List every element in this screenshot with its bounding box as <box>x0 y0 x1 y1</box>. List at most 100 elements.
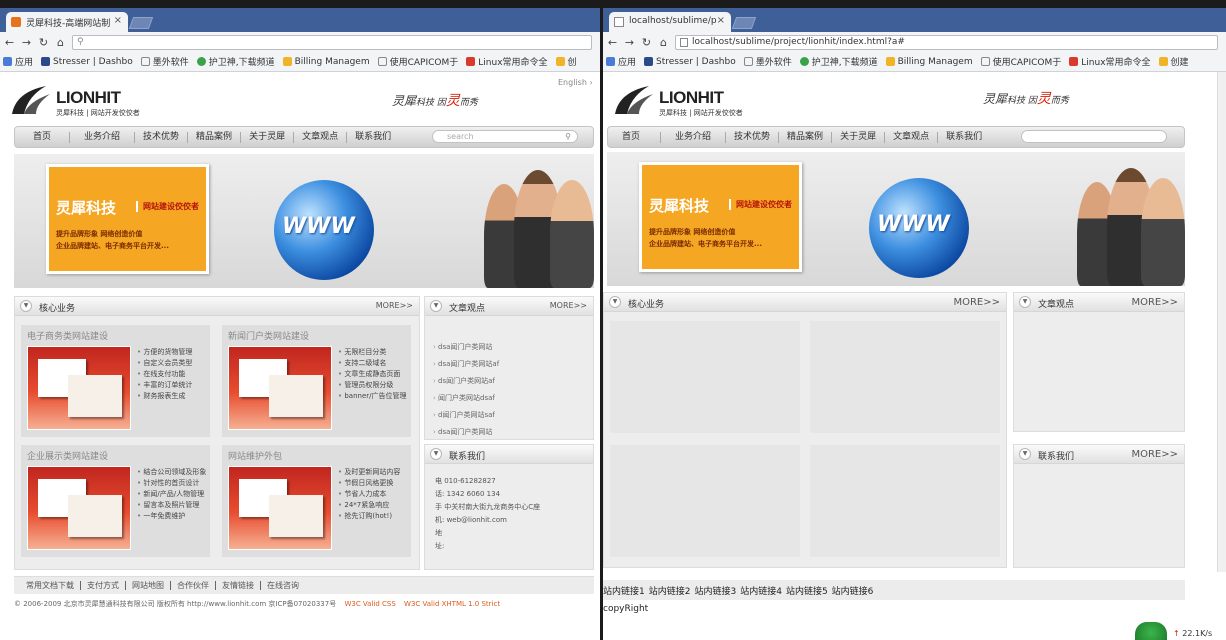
article-link[interactable]: 闻门户类网站dsaf <box>433 390 583 407</box>
more-link[interactable]: MORE>> <box>953 297 1000 308</box>
footer-link[interactable]: 在线咨询 <box>261 581 305 590</box>
nav-cases[interactable]: 精品案例 <box>779 131 833 143</box>
valid-css-link[interactable]: W3C Valid CSS <box>344 600 395 608</box>
bookmark-item[interactable]: 创 <box>555 55 577 68</box>
article-link[interactable]: dsa闻门户类网站 <box>433 424 583 441</box>
valid-xhtml-link[interactable]: W3C Valid XHTML 1.0 Strict <box>404 600 500 608</box>
search-input[interactable]: search ⚲ <box>432 130 578 143</box>
more-link[interactable]: MORE>> <box>1131 449 1178 460</box>
bookmarks-bar: 应用 Stresser | Dashbo 墨外软件 护卫神,下载频道 Billi… <box>603 52 1226 72</box>
core-business-panel: ▼ 核心业务 MORE>> 电子商务类网站建设 方便的货物管理 自定义会员类型 … <box>14 296 420 570</box>
new-tab-button[interactable] <box>731 17 757 29</box>
nav-business[interactable]: 业务介绍 <box>70 131 136 143</box>
service-card[interactable]: 电子商务类网站建设 方便的货物管理 自定义会员类型 在线支付功能 丰富的订单统计… <box>21 325 210 437</box>
more-link[interactable]: MORE>> <box>1131 297 1178 308</box>
nav-contact[interactable]: 联系我们 <box>938 132 990 143</box>
b-logo-icon <box>1069 57 1079 66</box>
contact-row: 址: <box>435 542 445 550</box>
browser-tab[interactable]: localhost/sublime/p × <box>609 12 731 32</box>
nav-tech[interactable]: 技术优势 <box>726 131 780 143</box>
nav-cases[interactable]: 精品案例 <box>188 131 242 143</box>
list-item: 支持二级域名 <box>338 358 410 369</box>
bookmark-item[interactable]: 墨外软件 <box>140 55 189 68</box>
card-thumbnail-image <box>27 346 131 430</box>
article-link[interactable]: dsa闻门户类网站 <box>433 339 583 356</box>
site-link[interactable]: 站内链接5 <box>786 584 828 597</box>
footer-link[interactable]: 常用文档下载 <box>20 581 81 590</box>
nav-articles[interactable]: 文章观点 <box>294 131 348 143</box>
apps-grid-icon <box>3 57 12 66</box>
forward-icon[interactable]: → <box>21 36 32 49</box>
chevron-down-icon: ▼ <box>1019 448 1031 460</box>
site-link[interactable]: 站内链接3 <box>694 584 736 597</box>
nav-home[interactable]: 首页 <box>15 131 71 143</box>
back-icon[interactable]: ← <box>607 36 618 49</box>
footer-link[interactable]: 友情链接 <box>216 581 261 590</box>
panel-title: 文章观点 <box>449 304 486 314</box>
nav-tech[interactable]: 技术优势 <box>135 131 189 143</box>
logo-text: LIONHIT <box>56 88 121 107</box>
network-monitor-icon[interactable] <box>1135 622 1167 640</box>
bookmark-item[interactable]: Stresser | Dashbo <box>41 57 133 67</box>
bookmark-item[interactable]: 使用CAPICOM于 <box>980 55 1061 68</box>
forward-icon[interactable]: → <box>624 36 635 49</box>
search-input[interactable] <box>1021 130 1167 143</box>
footer-link[interactable]: 网站地图 <box>126 581 171 590</box>
footer-link[interactable]: 支付方式 <box>81 581 126 590</box>
service-card[interactable]: 企业展示类网站建设 结合公司领域及形象 针对性的首页设计 新闻/产品/人物管理 … <box>21 445 210 557</box>
bookmark-item[interactable]: 使用CAPICOM于 <box>377 55 458 68</box>
home-icon[interactable]: ⌂ <box>658 36 669 49</box>
article-link[interactable]: ds闻门户类网站af <box>433 373 583 390</box>
reload-icon[interactable]: ↻ <box>641 36 652 49</box>
bookmark-item[interactable]: 墨外软件 <box>743 55 792 68</box>
reload-icon[interactable]: ↻ <box>38 36 49 49</box>
nav-about[interactable]: 关于灵犀 <box>832 131 886 143</box>
address-bar[interactable]: localhost/sublime/project/lionhit/index.… <box>675 34 1218 50</box>
site-link[interactable]: 站内链接1 <box>603 584 645 597</box>
scrollbar[interactable] <box>1217 72 1226 572</box>
bookmark-apps[interactable]: 应用 <box>3 55 33 68</box>
list-item: 及时更新网站内容 <box>338 467 410 478</box>
address-bar[interactable]: ⚲ <box>72 34 592 50</box>
bookmark-apps[interactable]: 应用 <box>606 55 636 68</box>
bookmark-item[interactable]: 护卫神,下载频道 <box>196 55 275 68</box>
nav-business[interactable]: 业务介绍 <box>661 131 727 143</box>
home-icon[interactable]: ⌂ <box>55 36 66 49</box>
contact-panel: ▼ 联系我们 电 010-61282827 话: 1342 6060 134 手… <box>424 444 594 570</box>
back-icon[interactable]: ← <box>4 36 15 49</box>
bookmark-item[interactable]: Billing Managem <box>885 57 973 67</box>
bookmark-item[interactable]: Linux常用命令全 <box>466 55 548 68</box>
core-business-panel: ▼ 核心业务 MORE>> <box>603 292 1007 568</box>
bookmarks-bar: 应用 Stresser | Dashbo 墨外软件 护卫神,下载频道 Billi… <box>0 52 600 72</box>
browser-tab[interactable]: 灵犀科技-高端网站制 × <box>6 12 128 32</box>
service-card[interactable]: 网站维护外包 及时更新网站内容 节假日风格更换 节省人力成本 24*7紧急响应 … <box>222 445 411 557</box>
footer-links: 常用文档下载 支付方式 网站地图 合作伙伴 友情链接 在线咨询 <box>14 576 594 594</box>
bookmark-item[interactable]: Linux常用命令全 <box>1069 55 1151 68</box>
article-link[interactable]: d闻门户类网站saf <box>433 407 583 424</box>
site-link[interactable]: 站内链接6 <box>832 584 874 597</box>
copyright: © 2006-2009 北京市灵犀慧通科技有限公司 版权所有 http://ww… <box>14 600 501 608</box>
bookmark-item[interactable]: 护卫神,下载频道 <box>799 55 878 68</box>
bookmark-item[interactable]: 创建 <box>1158 55 1189 68</box>
page-icon <box>140 57 150 66</box>
bookmark-item[interactable]: Stresser | Dashbo <box>644 57 736 67</box>
english-link[interactable]: English › <box>558 78 593 87</box>
contact-row: 电 010-61282827 <box>435 477 496 485</box>
header-slogan: 灵犀科技 因灵而秀 <box>983 91 1069 107</box>
nav-contact[interactable]: 联系我们 <box>347 132 399 143</box>
bookmark-item[interactable]: Billing Managem <box>282 57 370 67</box>
more-link[interactable]: MORE>> <box>550 301 587 310</box>
footer-link[interactable]: 合作伙伴 <box>171 581 216 590</box>
article-link[interactable]: dsa闻门户类网站af <box>433 356 583 373</box>
close-tab-icon[interactable]: × <box>114 15 122 26</box>
new-tab-button[interactable] <box>128 17 154 29</box>
more-link[interactable]: MORE>> <box>376 301 413 310</box>
apps-grid-icon <box>606 57 615 66</box>
nav-about[interactable]: 关于灵犀 <box>241 131 295 143</box>
site-link[interactable]: 站内链接4 <box>740 584 782 597</box>
site-link[interactable]: 站内链接2 <box>649 584 691 597</box>
nav-home[interactable]: 首页 <box>608 131 662 143</box>
close-tab-icon[interactable]: × <box>717 15 725 26</box>
service-card[interactable]: 新闻门户类网站建设 无限栏目分类 支持二级域名 文章生成静态页面 管理员权限分级… <box>222 325 411 437</box>
nav-articles[interactable]: 文章观点 <box>885 131 939 143</box>
